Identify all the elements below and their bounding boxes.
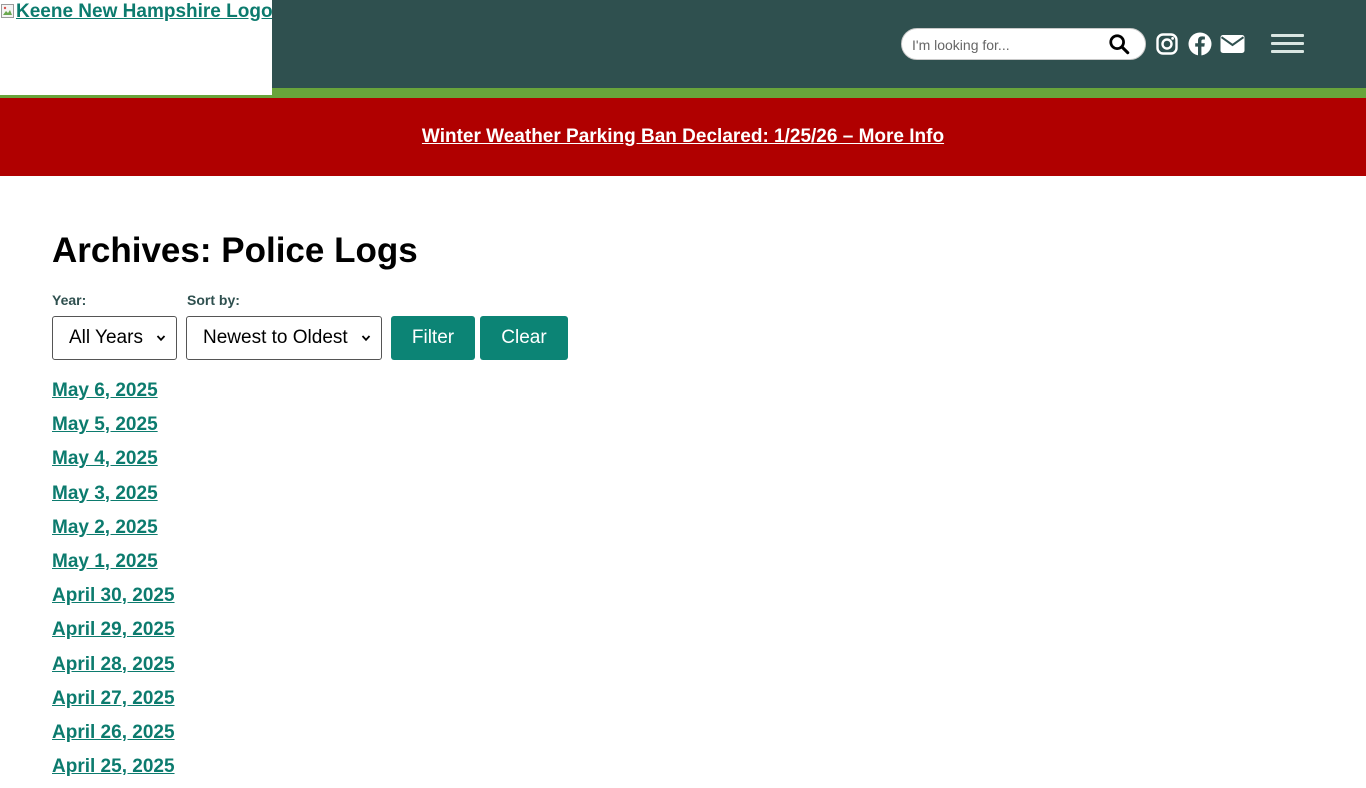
page-title: Archives: Police Logs xyxy=(52,231,418,270)
facebook-link[interactable] xyxy=(1188,32,1212,56)
log-link[interactable]: April 27, 2025 xyxy=(52,688,175,709)
list-item: May 2, 2025 xyxy=(52,515,175,549)
filter-button[interactable]: Filter xyxy=(391,316,475,360)
list-item: May 1, 2025 xyxy=(52,549,175,583)
log-link[interactable]: May 4, 2025 xyxy=(52,448,158,469)
menu-button[interactable] xyxy=(1271,32,1305,56)
log-link[interactable]: May 3, 2025 xyxy=(52,483,158,504)
list-item: April 27, 2025 xyxy=(52,686,175,720)
alert-link[interactable]: Winter Weather Parking Ban Declared: 1/2… xyxy=(0,126,1366,148)
chevron-down-icon xyxy=(156,335,166,342)
list-item: May 3, 2025 xyxy=(52,481,175,515)
list-item: April 25, 2025 xyxy=(52,754,175,788)
search-icon xyxy=(1109,34,1130,55)
list-item: April 30, 2025 xyxy=(52,583,175,617)
search-button[interactable] xyxy=(1108,33,1132,57)
facebook-icon xyxy=(1188,32,1212,56)
email-link[interactable] xyxy=(1220,32,1245,56)
alert-banner: Winter Weather Parking Ban Declared: 1/2… xyxy=(0,98,1366,176)
broken-image-icon xyxy=(1,4,14,18)
list-item: May 5, 2025 xyxy=(52,412,175,446)
log-link[interactable]: May 2, 2025 xyxy=(52,517,158,538)
logo-container: Keene New Hampshire Logo xyxy=(0,0,272,95)
log-link[interactable]: April 28, 2025 xyxy=(52,654,175,675)
list-item: May 4, 2025 xyxy=(52,446,175,480)
log-link[interactable]: April 25, 2025 xyxy=(52,756,175,777)
sort-label: Sort by: xyxy=(187,292,240,308)
log-link[interactable]: May 5, 2025 xyxy=(52,414,158,435)
year-label: Year: xyxy=(52,292,87,308)
log-link[interactable]: April 30, 2025 xyxy=(52,585,175,606)
clear-button[interactable]: Clear xyxy=(480,316,568,360)
instagram-link[interactable] xyxy=(1155,32,1179,56)
search-input[interactable] xyxy=(912,35,1102,55)
email-icon xyxy=(1220,35,1245,53)
year-select[interactable]: All Years xyxy=(52,316,177,360)
sort-select-value: Newest to Oldest xyxy=(203,327,348,348)
list-item: April 29, 2025 xyxy=(52,617,175,651)
list-item: May 6, 2025 xyxy=(52,378,175,412)
logo-alt-text: Keene New Hampshire Logo xyxy=(16,1,272,22)
chevron-down-icon xyxy=(361,335,371,342)
year-select-value: All Years xyxy=(69,327,143,348)
list-item: April 28, 2025 xyxy=(52,652,175,686)
instagram-icon xyxy=(1156,33,1178,55)
log-link[interactable]: May 1, 2025 xyxy=(52,551,158,572)
search-box xyxy=(901,28,1146,60)
list-item: April 26, 2025 xyxy=(52,720,175,754)
logo-link[interactable]: Keene New Hampshire Logo xyxy=(0,0,272,24)
log-link[interactable]: April 26, 2025 xyxy=(52,722,175,743)
police-log-list: May 6, 2025 May 5, 2025 May 4, 2025 May … xyxy=(52,378,175,788)
log-link[interactable]: May 6, 2025 xyxy=(52,380,158,401)
sort-select[interactable]: Newest to Oldest xyxy=(186,316,382,360)
log-link[interactable]: April 29, 2025 xyxy=(52,619,175,640)
